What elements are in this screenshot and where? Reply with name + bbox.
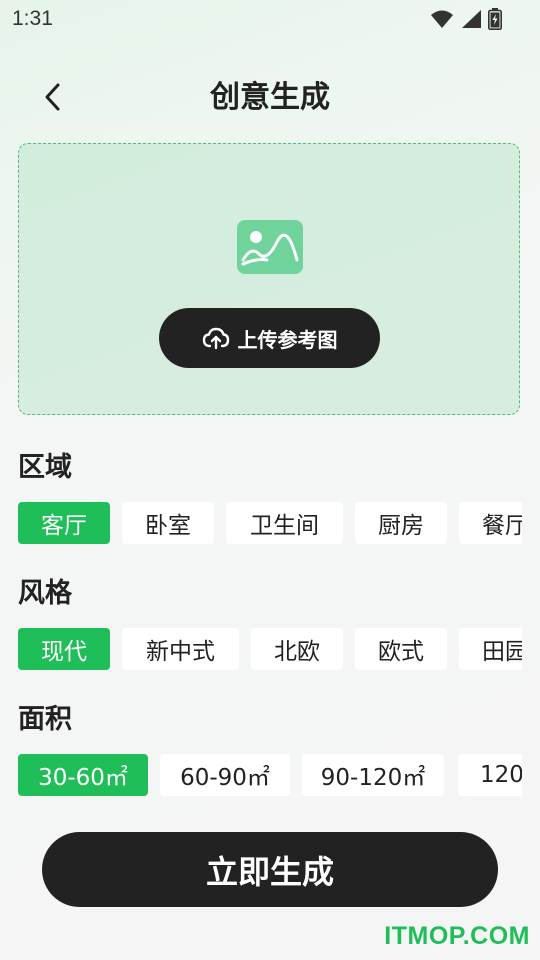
battery-charging-icon — [488, 8, 502, 30]
chip-area-kitchen[interactable]: 厨房 — [355, 502, 447, 544]
section-title-area: 区域 — [18, 452, 72, 483]
style-chip-row: 现代 新中式 北欧 欧式 田园 — [18, 628, 522, 670]
wifi-icon — [431, 10, 453, 28]
header: 创意生成 — [0, 70, 540, 130]
chip-size-30-60[interactable]: 30-60㎡ — [18, 754, 148, 796]
chip-style-pastoral[interactable]: 田园 — [459, 628, 522, 670]
cloud-upload-icon — [202, 327, 229, 350]
chip-style-nordic[interactable]: 北欧 — [251, 628, 343, 670]
image-icon — [237, 220, 303, 274]
chip-style-european[interactable]: 欧式 — [355, 628, 447, 670]
chip-style-modern[interactable]: 现代 — [18, 628, 110, 670]
chip-size-120-plus[interactable]: 120- — [458, 754, 522, 796]
chip-area-living-room[interactable]: 客厅 — [18, 502, 110, 544]
generate-now-button[interactable]: 立即生成 — [42, 832, 498, 907]
status-bar: 1:31 — [0, 0, 540, 40]
watermark: ITMOP.COM — [384, 922, 530, 950]
chip-area-dining-room[interactable]: 餐厅 — [459, 502, 522, 544]
page-title: 创意生成 — [210, 80, 330, 115]
upload-area[interactable]: 上传参考图 — [18, 143, 520, 415]
size-chip-row: 30-60㎡ 60-90㎡ 90-120㎡ 120- — [18, 754, 522, 796]
signal-icon — [462, 10, 481, 28]
area-chip-row: 客厅 卧室 卫生间 厨房 餐厅 — [18, 502, 522, 544]
chip-area-bathroom[interactable]: 卫生间 — [226, 502, 343, 544]
upload-button-label: 上传参考图 — [237, 327, 338, 352]
section-title-size: 面积 — [18, 704, 72, 735]
upload-reference-button[interactable]: 上传参考图 — [159, 308, 380, 368]
status-icons — [430, 8, 502, 30]
chip-size-60-90[interactable]: 60-90㎡ — [160, 754, 290, 796]
chip-style-new-chinese[interactable]: 新中式 — [122, 628, 239, 670]
chip-area-bedroom[interactable]: 卧室 — [122, 502, 214, 544]
status-time: 1:31 — [12, 7, 53, 30]
chip-size-90-120[interactable]: 90-120㎡ — [302, 754, 444, 796]
section-title-style: 风格 — [18, 578, 72, 609]
